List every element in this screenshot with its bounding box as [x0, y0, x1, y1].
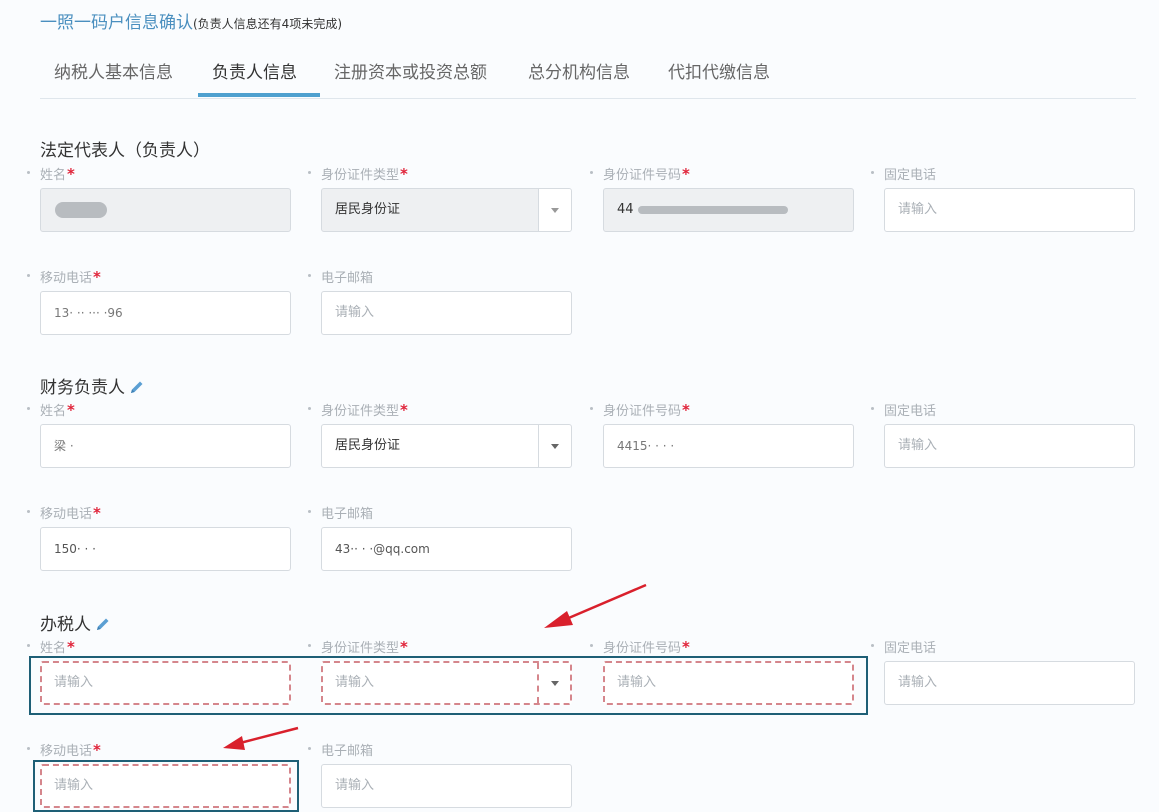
annotation-arrow [544, 583, 647, 628]
section-title-tax-agent: 办税人 [40, 610, 111, 637]
tab-responsible-person-info[interactable]: 负责人信息 [212, 58, 297, 83]
chevron-down-icon [551, 208, 559, 213]
label-landline: 固定电话 [871, 637, 936, 656]
tax-agent-landline-input[interactable]: 请输入 [884, 661, 1135, 705]
finance-id-type-select[interactable]: 居民身份证 [321, 424, 572, 468]
incomplete-notice: (负责人信息还有4项未完成) [193, 17, 342, 31]
page-title-text: 一照一码户信息确认 [40, 13, 193, 33]
label-landline: 固定电话 [871, 164, 936, 183]
tab-withholding-info[interactable]: 代扣代缴信息 [668, 58, 770, 83]
label-name: 姓名* [27, 637, 75, 656]
tab-taxpayer-basic-info[interactable]: 纳税人基本信息 [54, 58, 173, 83]
section-title-finance: 财务负责人 [40, 373, 145, 400]
label-email: 电子邮箱 [308, 503, 373, 522]
label-id-number: 身份证件号码* [590, 164, 690, 183]
annotation-highlight-box [33, 760, 299, 812]
label-id-number: 身份证件号码* [590, 637, 690, 656]
label-mobile: 移动电话* [27, 503, 101, 522]
legal-rep-email-input[interactable]: 请输入 [321, 291, 572, 335]
finance-landline-input[interactable]: 请输入 [884, 424, 1135, 468]
legal-rep-id-number-field[interactable]: 44 [603, 188, 854, 232]
redacted-mask [55, 201, 107, 218]
finance-id-number-input[interactable]: 4415· · · · [603, 424, 854, 468]
chevron-down-icon [551, 444, 559, 449]
legal-rep-landline-input[interactable]: 请输入 [884, 188, 1135, 232]
tab-registered-capital[interactable]: 注册资本或投资总额 [334, 58, 487, 83]
page-title: 一照一码户信息确认(负责人信息还有4项未完成) [40, 8, 342, 33]
annotation-arrow [223, 726, 299, 750]
label-email: 电子邮箱 [308, 267, 373, 286]
legal-rep-name-field[interactable] [40, 188, 291, 232]
tab-bar: 纳税人基本信息 负责人信息 注册资本或投资总额 总分机构信息 代扣代缴信息 [40, 40, 1136, 99]
label-id-type: 身份证件类型* [308, 400, 408, 419]
section-title-legal-rep: 法定代表人（负责人） [40, 141, 210, 161]
edit-pencil-icon[interactable] [95, 616, 111, 637]
label-mobile: 移动电话* [27, 740, 101, 759]
finance-name-input[interactable]: 梁 · [40, 424, 291, 468]
legal-rep-mobile-input[interactable]: 13· ·· ··· ·96 [40, 291, 291, 335]
finance-mobile-input[interactable]: 150· · · [40, 527, 291, 571]
label-email: 电子邮箱 [308, 740, 373, 759]
label-mobile: 移动电话* [27, 267, 101, 286]
label-landline: 固定电话 [871, 400, 936, 419]
edit-pencil-icon[interactable] [129, 379, 145, 400]
tax-agent-email-input[interactable]: 请输入 [321, 764, 572, 808]
redacted-mask [637, 205, 788, 214]
label-name: 姓名* [27, 164, 75, 183]
label-name: 姓名* [27, 400, 75, 419]
finance-email-input[interactable]: 43·· · ·@qq.com [321, 527, 572, 571]
legal-rep-id-type-select[interactable]: 居民身份证 [321, 188, 572, 232]
active-tab-indicator [198, 93, 320, 97]
label-id-type: 身份证件类型* [308, 164, 408, 183]
label-id-number: 身份证件号码* [590, 400, 690, 419]
annotation-highlight-box [29, 656, 868, 715]
label-id-type: 身份证件类型* [308, 637, 408, 656]
tab-branch-info[interactable]: 总分机构信息 [528, 58, 630, 83]
